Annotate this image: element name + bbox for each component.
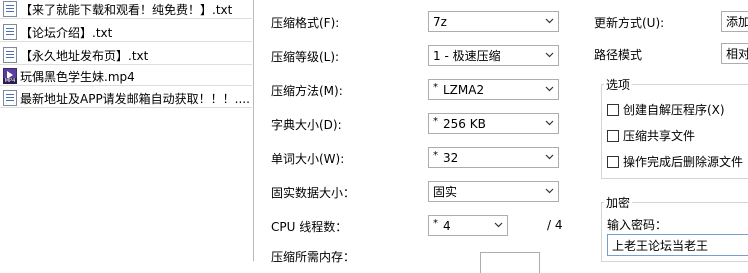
list-item[interactable]: 玩偶黑色学生妹.mp4 — [0, 67, 252, 86]
solid-label: 固实数据大小： — [271, 186, 356, 200]
chevron-down-icon — [545, 186, 554, 195]
delete-after-checkbox[interactable]: 操作完成后删除源文件 — [607, 153, 743, 170]
method-select[interactable]: * LZMA2 — [428, 79, 559, 100]
txt-file-icon — [3, 90, 17, 106]
level-select[interactable]: 1 - 极速压缩 — [428, 45, 559, 66]
file-list: 【来了就能下载和观看！纯免费！】.txt 【论坛介绍】.txt 【永久地址发布页… — [0, 0, 254, 261]
file-name: 玩偶黑色学生妹.mp4 — [20, 69, 135, 84]
encryption-title: 加密 — [604, 194, 633, 211]
file-name: 最新地址及APP请发邮箱自动获取！！！.... — [20, 91, 250, 106]
asterisk-icon: * — [433, 150, 438, 161]
chevron-down-icon — [545, 50, 554, 59]
format-label: 压缩格式(F): — [271, 16, 340, 30]
asterisk-icon: * — [433, 218, 438, 229]
options-title: 选项 — [604, 76, 633, 93]
password-input[interactable]: 上老王论坛当老王 — [607, 234, 748, 256]
dict-label: 字典大小(D): — [271, 118, 342, 132]
file-name: 【来了就能下载和观看！纯免费！】.txt — [20, 2, 233, 17]
sfx-checkbox[interactable]: 创建自解压程序(X) — [607, 101, 725, 118]
checkbox-icon[interactable] — [607, 155, 619, 168]
txt-file-icon — [3, 1, 17, 17]
method-label: 压缩方法(M): — [271, 84, 343, 98]
chevron-down-icon — [545, 84, 554, 93]
cpu-label: CPU 线程数： — [271, 220, 348, 234]
memory-value-box — [480, 252, 540, 273]
update-mode-select[interactable]: 添加 — [721, 11, 748, 32]
level-label: 压缩等级(L): — [271, 50, 340, 64]
chevron-down-icon — [545, 152, 554, 161]
path-mode-label: 路径模式 — [594, 48, 643, 62]
cpu-total: / 4 — [547, 218, 563, 232]
txt-file-icon — [3, 47, 17, 63]
list-item[interactable]: 【永久地址发布页】.txt — [0, 46, 252, 65]
path-mode-select[interactable]: 相对 — [721, 43, 748, 64]
password-label: 输入密码： — [607, 218, 668, 232]
checkbox-icon[interactable] — [607, 103, 619, 116]
compression-settings: 压缩格式(F): 7z 压缩等级(L): 1 - 极速压缩 压缩方法(M): *… — [254, 0, 748, 273]
list-item[interactable]: 【来了就能下载和观看！纯免费！】.txt — [0, 0, 252, 19]
mp4-file-icon — [3, 68, 17, 84]
solid-select[interactable]: 固实 — [428, 181, 559, 202]
chevron-down-icon — [545, 16, 554, 25]
chevron-down-icon — [494, 220, 503, 229]
file-name: 【论坛介绍】.txt — [20, 25, 113, 40]
memory-label: 压缩所需内存： — [271, 250, 356, 264]
chevron-down-icon — [545, 118, 554, 127]
file-name: 【永久地址发布页】.txt — [20, 48, 149, 63]
update-mode-label: 更新方式(U): — [594, 16, 665, 30]
asterisk-icon: * — [433, 82, 438, 93]
list-item[interactable]: 【论坛介绍】.txt — [0, 23, 252, 42]
format-select[interactable]: 7z — [428, 11, 559, 32]
txt-file-icon — [3, 24, 17, 40]
checkbox-icon[interactable] — [607, 129, 619, 142]
list-item[interactable]: 最新地址及APP请发邮箱自动获取！！！.... — [0, 89, 252, 108]
cpu-threads-select[interactable]: * 4 — [428, 215, 508, 236]
word-label: 单词大小(W): — [271, 152, 345, 166]
asterisk-icon: * — [433, 116, 438, 127]
dict-select[interactable]: * 256 KB — [428, 113, 559, 134]
word-select[interactable]: * 32 — [428, 147, 559, 168]
shared-files-checkbox[interactable]: 压缩共享文件 — [607, 127, 695, 144]
